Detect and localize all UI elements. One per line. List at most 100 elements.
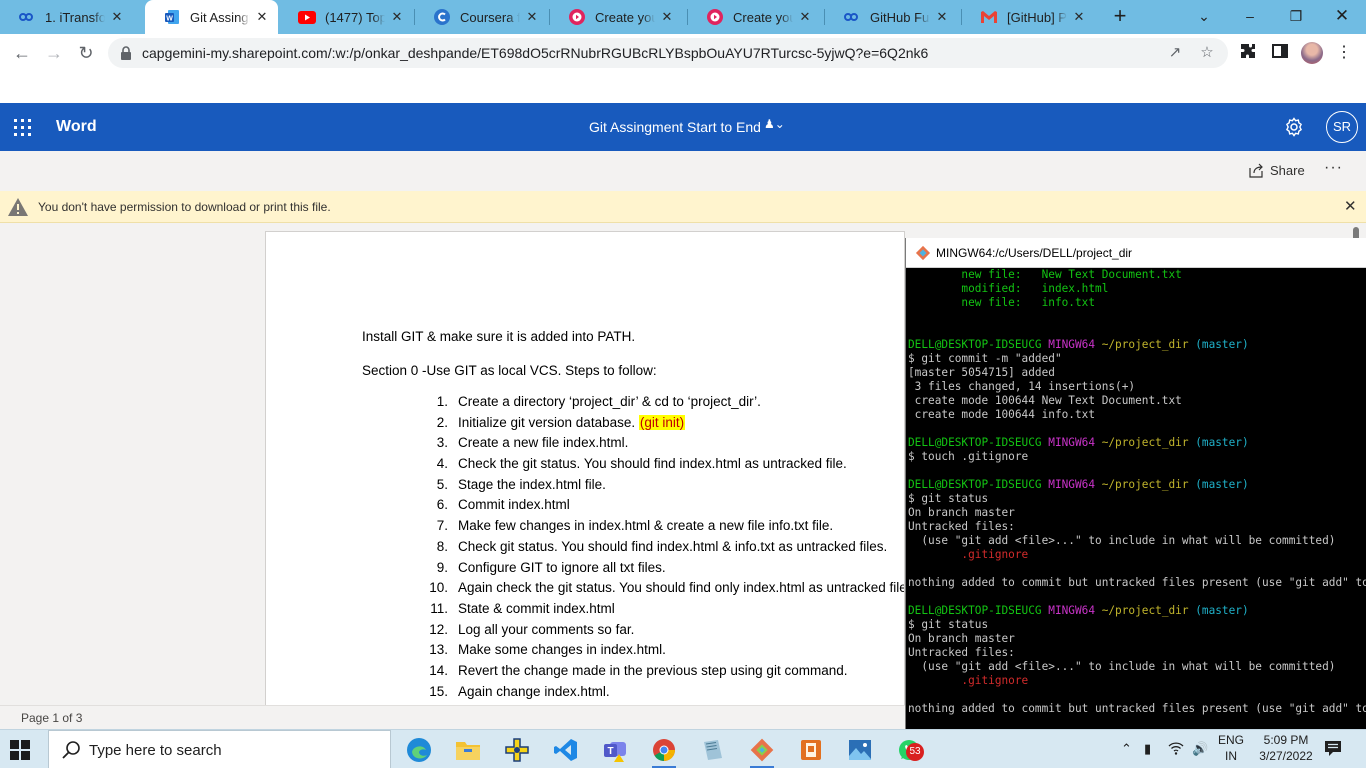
show-hidden-icons-chevron-icon[interactable]: ⌃ [1121, 741, 1132, 757]
battery-icon[interactable]: ▮ [1144, 741, 1151, 757]
browser-tab[interactable]: GitHub Funda✕ [825, 0, 958, 34]
close-tab-icon[interactable]: ✕ [934, 9, 950, 25]
new-tab-button[interactable]: + [1108, 5, 1132, 29]
terminal-text-segment: MINGW64 [1048, 338, 1102, 351]
step-number: 1. [436, 394, 448, 409]
step-item: 10. Again check the git status. You shoul… [362, 580, 904, 601]
vscode-icon[interactable] [550, 735, 582, 765]
share-page-icon[interactable]: ↗ [1166, 44, 1184, 62]
taskbar-search-box[interactable]: Type here to search [48, 730, 391, 768]
browser-tab[interactable]: [GitHub] Plea✕ [962, 0, 1095, 34]
terminal-text-segment: $ git status [908, 618, 989, 631]
step-text: Log all your comments so far. [458, 621, 635, 637]
terminal-text-segment: On branch master [908, 632, 1015, 645]
minimize-button[interactable]: – [1227, 0, 1273, 34]
terminal-text-segment: ~/project_dir [1101, 338, 1196, 351]
step-item: 14. Revert the change made in the previou… [362, 663, 904, 684]
clock-time: 5:09 PM [1263, 733, 1309, 747]
share-button[interactable]: Share [1248, 162, 1305, 178]
browser-tab[interactable]: (1477) Top 50✕ [280, 0, 413, 34]
side-panel-icon[interactable] [1270, 43, 1290, 63]
step-number: 5. [436, 476, 448, 492]
app-launcher-icon[interactable] [14, 119, 32, 137]
dismiss-warning-button[interactable]: ✕ [1344, 197, 1357, 215]
teams-icon[interactable]: T [599, 735, 631, 765]
step-item: 7. Make few changes in index.html & creat… [362, 518, 904, 539]
step-text: Check git status. You should find index.… [458, 538, 888, 554]
browser-tab[interactable]: 1. iTransform✕ [0, 0, 133, 34]
terminal-text-segment: $ git commit -m "added" [908, 352, 1062, 365]
close-tab-icon[interactable]: ✕ [389, 9, 405, 25]
warning-icon [8, 198, 28, 216]
address-bar[interactable]: capgemini-my.sharepoint.com/:w:/p/onkar_… [108, 38, 1228, 68]
terminal-line: new file: info.txt [908, 296, 1366, 310]
app-name[interactable]: Word [56, 118, 97, 136]
browser-tab[interactable]: Create your a✕ [688, 0, 821, 34]
terminal-text-segment: Untracked files: [908, 520, 1015, 533]
settings-gear-icon[interactable] [1284, 117, 1304, 137]
close-window-button[interactable]: ✕ [1319, 0, 1365, 34]
terminal-text-segment: DELL@DESKTOP-IDSEUCG [908, 604, 1049, 617]
restore-button[interactable]: ❐ [1273, 0, 1319, 34]
notepad-icon[interactable] [697, 735, 729, 765]
office-app-icon[interactable] [795, 735, 827, 765]
photos-icon[interactable] [844, 735, 876, 765]
chrome-icon[interactable] [648, 735, 680, 768]
wifi-icon[interactable] [1168, 741, 1184, 758]
close-tab-icon[interactable]: ✕ [659, 9, 675, 25]
search-icon [62, 741, 80, 759]
browser-tab[interactable]: W Git Assingme✕ [145, 0, 278, 34]
terminal-text-segment: (use "git add <file>..." to include in w… [908, 660, 1336, 673]
git-bash-icon [915, 245, 931, 261]
browser-tab[interactable]: Coursera for✕ [415, 0, 548, 34]
profile-avatar[interactable] [1301, 42, 1323, 64]
edge-icon[interactable] [403, 735, 435, 765]
terminal-text-segment: Untracked files: [908, 646, 1015, 659]
file-explorer-icon[interactable] [452, 735, 484, 765]
browser-menu-icon[interactable]: ⋮ [1334, 43, 1354, 63]
browser-tab[interactable]: Create your a✕ [550, 0, 683, 34]
shared-people-chevron-icon[interactable]: ♟⌄ [764, 117, 785, 131]
git-bash-terminal-window[interactable]: MINGW64:/c/Users/DELL/project_dir new fi… [905, 238, 1366, 729]
tab-title: Create your a [595, 9, 655, 25]
step-text: Make few changes in index.html & create … [458, 518, 834, 534]
reload-button[interactable]: ↻ [74, 41, 98, 65]
taskbar-clock[interactable]: 5:09 PM 3/27/2022 [1258, 732, 1314, 764]
close-tab-icon[interactable]: ✕ [254, 9, 270, 25]
tab-title: GitHub Funda [870, 9, 930, 25]
terminal-output[interactable]: new file: New Text Document.txt modified… [908, 268, 1366, 729]
step-item: 13. Make some changes in index.html. [362, 642, 904, 663]
volume-icon[interactable]: 🔊 [1192, 741, 1208, 757]
git-bash-taskbar-icon[interactable] [746, 735, 778, 768]
step-number: 13. [429, 642, 448, 658]
document-title[interactable]: Git Assingment Start to End [589, 119, 761, 135]
close-tab-icon[interactable]: ✕ [524, 9, 540, 25]
bookmark-star-icon[interactable]: ☆ [1198, 44, 1216, 62]
back-button[interactable]: ← [10, 41, 34, 65]
more-options-button[interactable]: ··· [1324, 159, 1343, 177]
document-page[interactable]: Install GIT & make sure it is added into… [265, 231, 905, 705]
terminal-line: modified: index.html [908, 282, 1366, 296]
forward-button[interactable]: → [42, 41, 66, 65]
tab-search-icon[interactable]: ⌄ [1181, 0, 1227, 34]
user-avatar[interactable]: SR [1326, 111, 1358, 143]
word-icon: W [163, 9, 181, 25]
close-tab-icon[interactable]: ✕ [1071, 9, 1087, 25]
svg-text:W: W [166, 16, 173, 23]
close-tab-icon[interactable]: ✕ [797, 9, 813, 25]
accessibility-app-icon[interactable] [501, 735, 533, 765]
clock-date: 3/27/2022 [1259, 749, 1313, 763]
terminal-text-segment: nothing added to commit but untracked fi… [908, 576, 1366, 589]
extensions-icon[interactable] [1238, 43, 1258, 63]
windows-start-icon[interactable] [10, 740, 30, 760]
terminal-line: Untracked files: [908, 646, 1366, 660]
windows-taskbar: Type here to search T [0, 729, 1366, 768]
close-tab-icon[interactable]: ✕ [109, 9, 125, 25]
terminal-title-bar[interactable]: MINGW64:/c/Users/DELL/project_dir [906, 238, 1366, 268]
language-indicator[interactable]: ENG IN [1218, 732, 1244, 764]
notification-center-icon[interactable] [1324, 739, 1342, 757]
